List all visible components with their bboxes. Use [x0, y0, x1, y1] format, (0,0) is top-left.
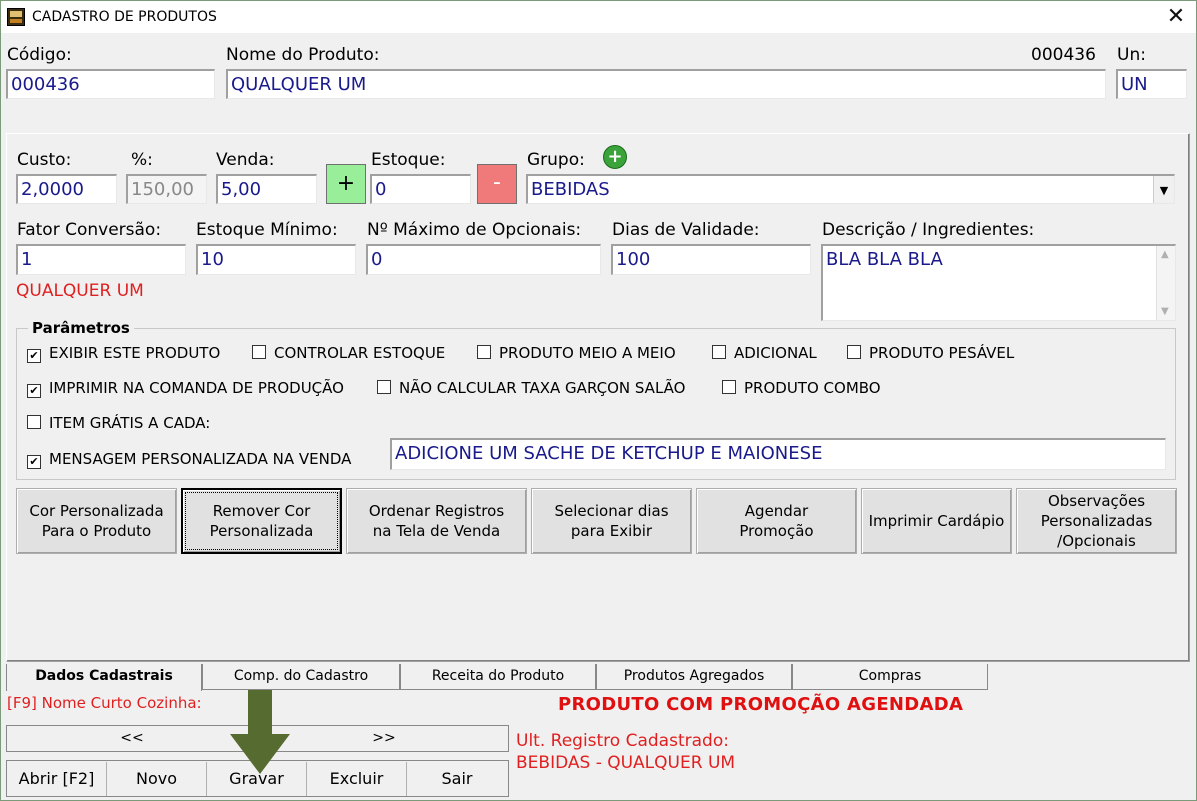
scroll-up-icon[interactable]: ▲	[1161, 249, 1169, 260]
agendar-promocao-button[interactable]: Agendar Promoção	[696, 488, 857, 554]
memo-scrollbar[interactable]: ▲ ▼	[1156, 246, 1175, 320]
descricao-value: BLA BLA BLA	[826, 249, 943, 270]
cor-personalizada-button[interactable]: Cor Personalizada Para o Produto	[16, 488, 177, 554]
f9-label: [F9] Nome Curto Cozinha:	[7, 694, 202, 712]
max-opcionais-label: Nº Máximo de Opcionais:	[367, 220, 582, 240]
code-display: 000436	[1031, 45, 1096, 65]
descricao-label: Descrição / Ingredientes:	[822, 220, 1035, 240]
checkbox-box[interactable]: ✔	[27, 384, 41, 398]
checkbox-label: NÃO CALCULAR TAXA GARÇON SALÃO	[399, 379, 686, 397]
promo-banner: PRODUTO COM PROMOÇÃO AGENDADA	[558, 694, 964, 715]
checkbox-controlar-estoque[interactable]: CONTROLAR ESTOQUE	[252, 344, 445, 362]
checkbox-adicional[interactable]: ADICIONAL	[712, 344, 817, 362]
venda-field[interactable]: 5,00	[216, 174, 317, 204]
un-label: Un:	[1117, 45, 1146, 65]
down-arrow-icon	[230, 690, 290, 774]
max-opcionais-field[interactable]: 0	[366, 244, 601, 275]
checkbox-box[interactable]	[27, 415, 41, 429]
ult-registro-value: BEBIDAS - QUALQUER UM	[516, 753, 736, 773]
checkbox-item-gratis[interactable]: ITEM GRÁTIS A CADA:	[27, 414, 210, 432]
tab-produtos-agregados[interactable]: Produtos Agregados	[596, 664, 792, 690]
checkbox-label: PRODUTO PESÁVEL	[869, 344, 1015, 362]
checkbox-label: CONTROLAR ESTOQUE	[274, 344, 446, 362]
custo-label: Custo:	[17, 150, 72, 170]
novo-button[interactable]: Novo	[107, 762, 207, 796]
estoque-label: Estoque:	[371, 150, 446, 170]
tab-compras[interactable]: Compras	[792, 664, 988, 690]
app-icon	[7, 8, 25, 26]
increase-stock-button[interactable]: +	[326, 164, 366, 204]
imprimir-cardapio-button[interactable]: Imprimir Cardápio	[861, 488, 1012, 554]
checkbox-box[interactable]	[847, 345, 861, 359]
selecionar-dias-button[interactable]: Selecionar dias para Exibir	[531, 488, 692, 554]
checkbox-box[interactable]	[712, 345, 726, 359]
checkbox-nao-calcular-taxa[interactable]: NÃO CALCULAR TAXA GARÇON SALÃO	[377, 379, 685, 397]
checkbox-box[interactable]	[477, 345, 491, 359]
checkbox-box[interactable]	[377, 380, 391, 394]
tab-dados-cadastrais[interactable]: Dados Cadastrais	[6, 664, 202, 691]
tab-comp-cadastro[interactable]: Comp. do Cadastro	[202, 664, 400, 690]
add-circle-icon: +	[603, 145, 627, 169]
checkbox-box[interactable]: ✔	[27, 349, 41, 363]
decrease-stock-button[interactable]: -	[477, 164, 517, 204]
venda-label: Venda:	[216, 150, 275, 170]
checkbox-mensagem[interactable]: ✔ MENSAGEM PERSONALIZADA NA VENDA	[27, 450, 351, 469]
fator-conversao-field[interactable]: 1	[16, 244, 186, 275]
grupo-label: Grupo:	[527, 150, 585, 170]
next-record-button[interactable]: >>	[259, 726, 509, 751]
excluir-button[interactable]: Excluir	[307, 762, 407, 796]
dias-validade-label: Dias de Validade:	[612, 220, 760, 240]
grupo-value: BEBIDAS	[531, 179, 610, 200]
checkbox-label: IMPRIMIR NA COMANDA DE PRODUÇÃO	[49, 379, 344, 397]
codigo-label: Código:	[7, 45, 72, 65]
fator-conversao-label: Fator Conversão:	[17, 220, 162, 240]
add-group-button[interactable]: +	[598, 143, 634, 171]
codigo-field[interactable]: 000436	[6, 69, 215, 99]
observacoes-button[interactable]: Observações Personalizadas /Opcionais	[1016, 488, 1177, 554]
checkbox-label: ADICIONAL	[734, 344, 817, 362]
checkbox-label: EXIBIR ESTE PRODUTO	[49, 344, 221, 362]
estoque-field[interactable]: 0	[370, 174, 471, 204]
estoque-minimo-label: Estoque Mínimo:	[196, 220, 338, 240]
percent-field[interactable]: 150,00	[126, 174, 207, 204]
un-field[interactable]: UN	[1116, 69, 1187, 99]
mensagem-field[interactable]: ADICIONE UM SACHE DE KETCHUP E MAIONESE	[390, 438, 1166, 470]
dias-validade-field[interactable]: 100	[611, 244, 811, 275]
ult-registro-label: Ult. Registro Cadastrado:	[516, 731, 729, 751]
checkbox-label: PRODUTO MEIO A MEIO	[499, 344, 676, 362]
checkbox-label: ITEM GRÁTIS A CADA:	[49, 414, 211, 432]
percent-label: %:	[131, 150, 153, 170]
checkbox-exibir[interactable]: ✔ EXIBIR ESTE PRODUTO	[27, 344, 220, 363]
checkbox-box[interactable]	[252, 345, 266, 359]
checkbox-combo[interactable]: PRODUTO COMBO	[722, 379, 881, 397]
window-title: CADASTRO DE PRODUTOS	[32, 9, 217, 25]
remover-cor-button[interactable]: Remover Cor Personalizada	[181, 488, 342, 554]
scroll-down-icon[interactable]: ▼	[1161, 306, 1169, 317]
close-icon[interactable]: ✕	[1161, 3, 1191, 31]
checkbox-imprimir-comanda[interactable]: ✔ IMPRIMIR NA COMANDA DE PRODUÇÃO	[27, 379, 344, 398]
checkbox-box[interactable]: ✔	[27, 455, 41, 469]
sair-button[interactable]: Sair	[407, 762, 507, 796]
estoque-minimo-field[interactable]: 10	[196, 244, 356, 275]
params-title: Parâmetros	[28, 319, 134, 337]
chevron-down-icon[interactable]: ▼	[1153, 176, 1174, 203]
ordenar-registros-button[interactable]: Ordenar Registros na Tela de Venda	[346, 488, 527, 554]
checkbox-meio-a-meio[interactable]: PRODUTO MEIO A MEIO	[477, 344, 676, 362]
descricao-memo[interactable]: BLA BLA BLA ▲ ▼	[821, 244, 1176, 321]
abrir-button[interactable]: Abrir [F2]	[7, 762, 107, 796]
custo-field[interactable]: 2,0000	[16, 174, 117, 204]
produto-nome-warning: QUALQUER UM	[16, 281, 144, 301]
prev-record-button[interactable]: <<	[7, 726, 257, 751]
checkbox-label: MENSAGEM PERSONALIZADA NA VENDA	[49, 450, 352, 468]
checkbox-box[interactable]	[722, 380, 736, 394]
title-bar: CADASTRO DE PRODUTOS ✕	[1, 1, 1196, 33]
grupo-select[interactable]: BEBIDAS ▼	[526, 174, 1175, 204]
checkbox-label: PRODUTO COMBO	[744, 379, 881, 397]
nome-produto-field[interactable]: QUALQUER UM	[226, 69, 1106, 99]
nome-produto-label: Nome do Produto:	[226, 45, 380, 65]
checkbox-pesavel[interactable]: PRODUTO PESÁVEL	[847, 344, 1014, 362]
tab-receita-produto[interactable]: Receita do Produto	[400, 664, 596, 690]
